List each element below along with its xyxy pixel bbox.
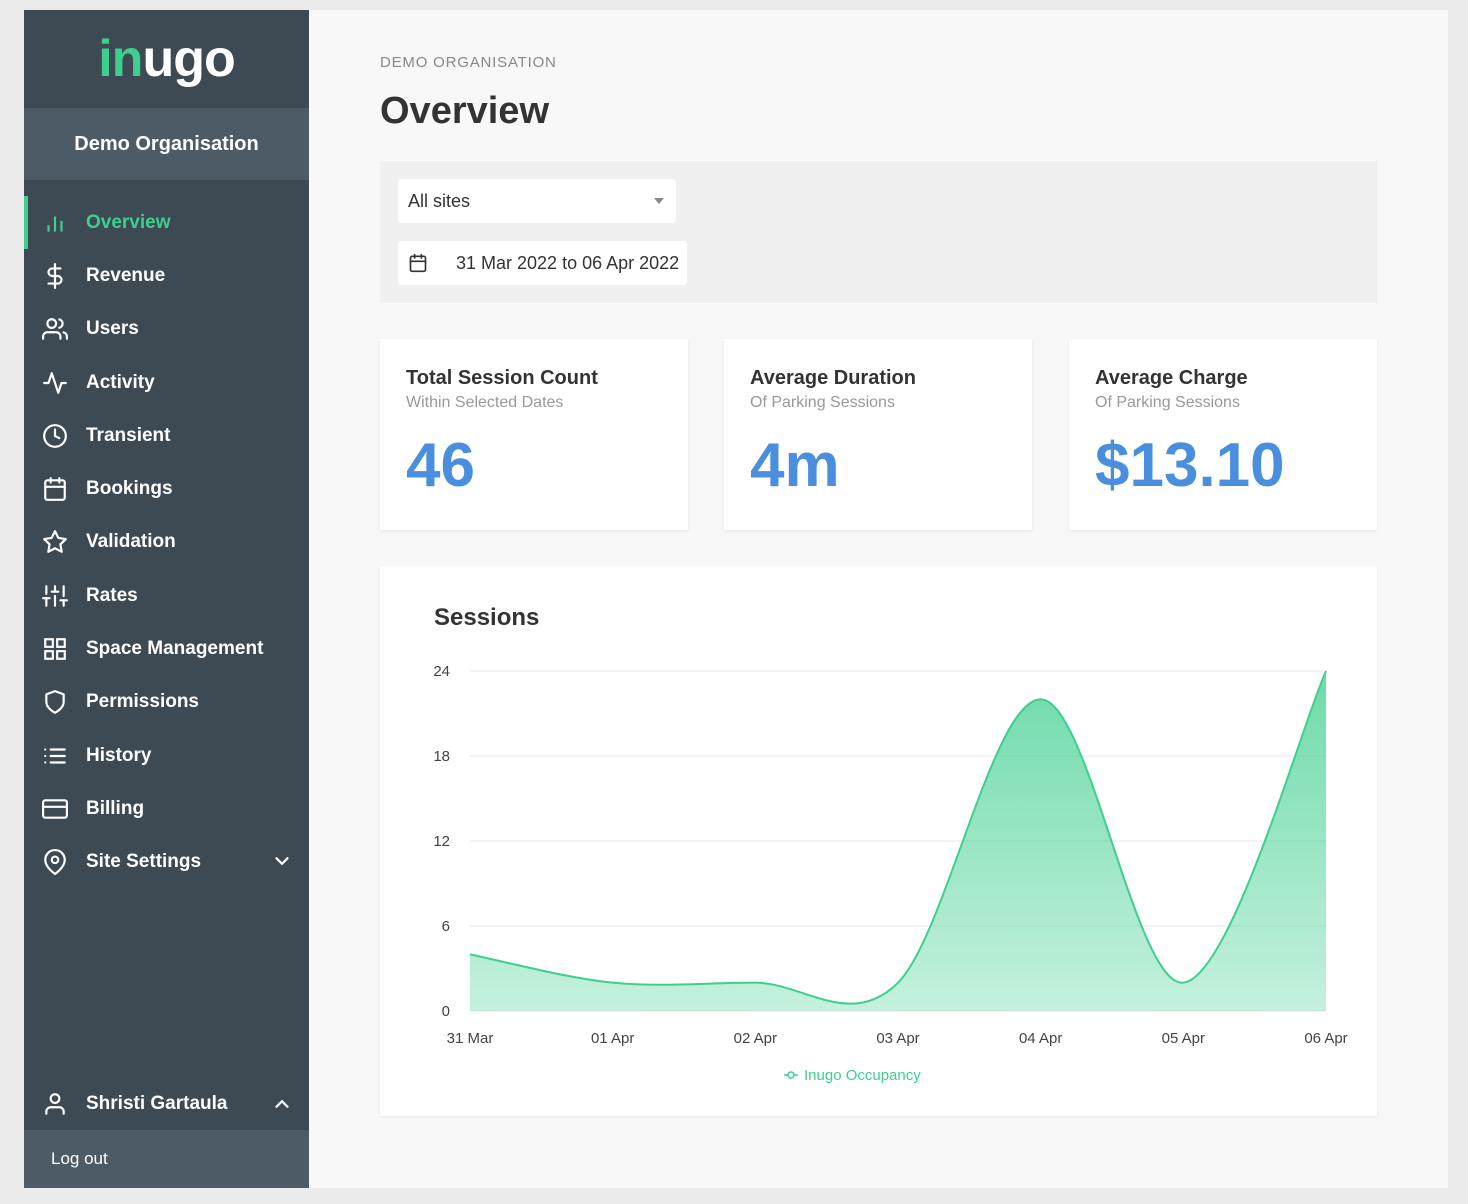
calendar-icon xyxy=(42,476,68,502)
card-title: Average Charge xyxy=(1095,367,1248,389)
bar-chart-icon xyxy=(42,210,68,236)
sidebar-item-transient[interactable]: Transient xyxy=(24,409,309,462)
chevron-up-icon[interactable] xyxy=(271,1093,293,1115)
sidebar-item-site-settings[interactable]: Site Settings xyxy=(24,836,309,889)
dollar-icon xyxy=(42,262,68,289)
average-charge-card: Average Charge Of Parking Sessions $13.1… xyxy=(1069,339,1377,530)
sidebar-item-space-management[interactable]: Space Management xyxy=(24,622,309,675)
sidebar-item-label: Billing xyxy=(86,797,145,819)
y-tick-label: 6 xyxy=(442,918,450,935)
y-tick-label: 18 xyxy=(433,748,450,765)
star-icon xyxy=(42,529,68,555)
filter-panel: All sites 31 Mar 2022 to 06 Apr 2022 xyxy=(380,161,1377,303)
card-subtitle: Of Parking Sessions xyxy=(750,394,895,411)
sidebar-item-label: Activity xyxy=(86,371,155,393)
credit-card-icon xyxy=(42,796,68,822)
grid-icon xyxy=(42,636,68,662)
sidebar-item-revenue[interactable]: Revenue xyxy=(24,249,309,302)
sidebar: in ugo Demo Organisation Overview Revenue… xyxy=(24,10,309,1188)
logout-button[interactable]: Log out xyxy=(24,1130,309,1188)
page-title: Overview xyxy=(380,90,549,132)
sidebar-item-bookings[interactable]: Bookings xyxy=(24,462,309,515)
average-duration-card: Average Duration Of Parking Sessions 4m xyxy=(724,339,1032,530)
breadcrumb: DEMO ORGANISATION xyxy=(380,54,557,71)
date-range-picker[interactable]: 31 Mar 2022 to 06 Apr 2022 xyxy=(398,241,687,285)
app-frame: in ugo Demo Organisation Overview Revenue… xyxy=(24,10,1448,1188)
sidebar-item-label: Rates xyxy=(86,584,138,606)
sidebar-item-permissions[interactable]: Permissions xyxy=(24,676,309,729)
y-tick-label: 24 xyxy=(433,663,450,680)
sidebar-item-overview[interactable]: Overview xyxy=(24,196,309,250)
sidebar-item-label: Validation xyxy=(86,531,176,553)
user-menu[interactable]: Shristi Gartaula xyxy=(24,1078,309,1130)
date-range-value: 31 Mar 2022 to 06 Apr 2022 xyxy=(456,252,680,273)
card-subtitle: Of Parking Sessions xyxy=(1095,394,1240,411)
clock-icon xyxy=(42,423,68,449)
y-tick-label: 0 xyxy=(442,1003,450,1020)
sliders-icon xyxy=(42,583,68,609)
logo-part-1: in xyxy=(98,30,143,88)
sidebar-item-label: Revenue xyxy=(86,264,166,286)
sidebar-item-label: Users xyxy=(86,318,139,340)
shield-icon xyxy=(42,689,68,715)
users-icon xyxy=(42,316,68,342)
inugo-logo[interactable]: in ugo xyxy=(24,10,309,108)
caret-down-icon xyxy=(654,198,664,204)
x-tick-label: 31 Mar xyxy=(447,1030,494,1047)
org-name[interactable]: Demo Organisation xyxy=(24,108,309,180)
sidebar-item-validation[interactable]: Validation xyxy=(24,516,309,569)
series-line xyxy=(469,670,1327,1005)
sidebar-item-billing[interactable]: Billing xyxy=(24,782,309,835)
legend-label: Inugo Occupancy xyxy=(804,1067,921,1084)
sidebar-item-label: Site Settings xyxy=(86,851,202,873)
sidebar-item-activity[interactable]: Activity xyxy=(24,356,309,409)
calendar-icon xyxy=(409,253,427,273)
chevron-down-icon[interactable] xyxy=(271,850,293,872)
user-icon xyxy=(42,1091,68,1117)
x-tick-label: 04 Apr xyxy=(1019,1030,1062,1047)
sidebar-item-label: Overview xyxy=(86,211,171,233)
sidebar-item-history[interactable]: History xyxy=(24,729,309,782)
sidebar-item-rates[interactable]: Rates xyxy=(24,569,309,622)
sidebar-item-label: Transient xyxy=(86,424,171,446)
sidebar-item-label: Space Management xyxy=(86,638,264,660)
x-tick-label: 05 Apr xyxy=(1162,1030,1205,1047)
sidebar-item-label: Bookings xyxy=(86,478,173,500)
sidebar-item-users[interactable]: Users xyxy=(24,303,309,356)
x-tick-label: 02 Apr xyxy=(734,1030,777,1047)
sidebar-item-label: History xyxy=(86,744,152,766)
x-tick-label: 01 Apr xyxy=(591,1030,634,1047)
card-subtitle: Within Selected Dates xyxy=(406,394,564,411)
x-tick-label: 06 Apr xyxy=(1304,1030,1347,1047)
card-title: Average Duration xyxy=(750,367,916,389)
total-session-count-card: Total Session Count Within Selected Date… xyxy=(380,339,688,530)
site-select-value: All sites xyxy=(408,190,471,211)
card-value: $13.10 xyxy=(1095,431,1285,500)
user-name: Shristi Gartaula xyxy=(86,1093,228,1114)
card-value: 4m xyxy=(750,431,840,500)
sidebar-nav: Overview Revenue Users Activity Transien… xyxy=(24,196,309,889)
sessions-chart: 0 6 12 18 24 31 Mar 01 Apr 02 Apr 03 Apr 04 Apr 05… xyxy=(433,663,1347,1084)
site-select[interactable]: All sites xyxy=(398,179,676,223)
y-tick-label: 12 xyxy=(433,833,450,850)
x-tick-label: 03 Apr xyxy=(876,1030,919,1047)
sidebar-item-label: Permissions xyxy=(86,691,199,713)
legend-marker xyxy=(787,1071,795,1079)
map-pin-icon xyxy=(42,849,68,876)
card-value: 46 xyxy=(406,431,475,500)
card-title: Total Session Count xyxy=(406,367,598,389)
sessions-chart-card: Sessions 0 6 12 18 24 31 Mar 01 Apr 02 Apr 03 Ap… xyxy=(380,566,1377,1116)
logo-part-2: ugo xyxy=(142,30,235,88)
activity-icon xyxy=(42,370,68,396)
list-icon xyxy=(42,743,68,769)
